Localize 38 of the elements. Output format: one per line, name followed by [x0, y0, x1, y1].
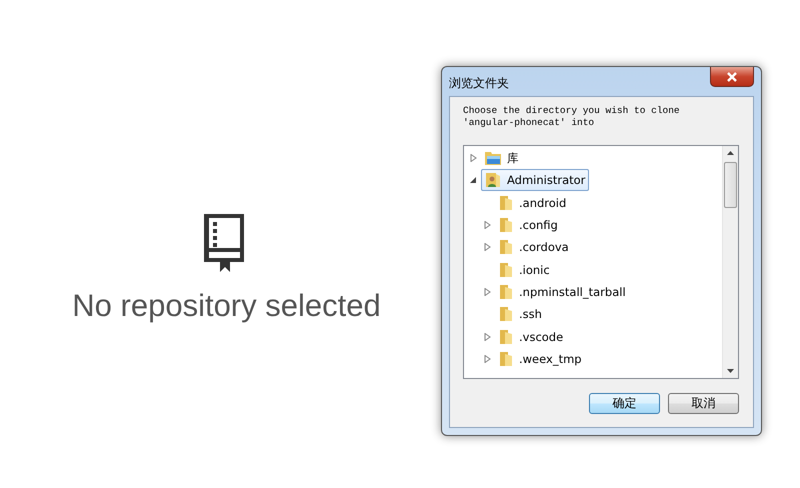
- tree-item[interactable]: .config: [495, 214, 562, 236]
- ok-button[interactable]: 确定: [589, 393, 660, 414]
- tree-item[interactable]: .cordova: [495, 236, 573, 258]
- collapsed-arrow-icon[interactable]: [484, 243, 491, 252]
- collapsed-arrow-icon[interactable]: [484, 288, 491, 296]
- cancel-button[interactable]: 取消: [668, 393, 739, 414]
- scrollbar[interactable]: [722, 146, 738, 378]
- folder-icon: [499, 284, 513, 300]
- tree-item[interactable]: .weex_tmp: [495, 348, 586, 370]
- user-folder-icon: [485, 172, 501, 188]
- collapsed-arrow-icon[interactable]: [484, 354, 491, 363]
- scroll-up-icon: [727, 151, 734, 155]
- expanded-arrow-icon[interactable]: [470, 176, 477, 184]
- tree-item[interactable]: 库: [481, 147, 523, 170]
- tree-item[interactable]: .ssh: [495, 303, 546, 326]
- dialog-title: 浏览文件夹: [449, 75, 509, 92]
- dialog-prompt: Choose the directory you wish to clone 'angular-phonecat' into: [463, 105, 681, 130]
- scroll-down-icon: [727, 369, 734, 373]
- tree-item[interactable]: .android: [495, 192, 570, 214]
- folder-icon: [499, 350, 513, 367]
- close-icon: [726, 72, 738, 82]
- close-button[interactable]: [710, 67, 754, 87]
- folder-icon: [499, 306, 513, 322]
- tree-item[interactable]: Administrator: [481, 169, 590, 192]
- folder-icon: [499, 239, 513, 256]
- tree-item[interactable]: .npminstall_tarball: [495, 280, 630, 303]
- folder-icon: [499, 262, 513, 278]
- folder-icon: [499, 217, 513, 234]
- collapsed-arrow-icon[interactable]: [484, 332, 491, 341]
- library-folder-icon: [485, 151, 501, 166]
- empty-state-message: No repository selected: [72, 288, 381, 324]
- folder-icon: [499, 328, 513, 345]
- collapsed-arrow-icon[interactable]: [470, 154, 477, 162]
- tree-item[interactable]: .ionic: [495, 258, 554, 281]
- folder-icon: [499, 194, 513, 211]
- collapsed-arrow-icon[interactable]: [484, 221, 491, 230]
- tree-item[interactable]: .vscode: [495, 326, 568, 348]
- scrollbar-thumb[interactable]: [724, 162, 737, 208]
